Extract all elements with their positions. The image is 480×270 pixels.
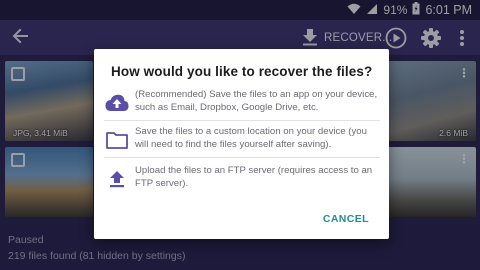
option-share-to-app[interactable]: (Recommended) Save the files to an app o…: [104, 89, 382, 115]
upload-icon: [104, 167, 130, 191]
option-ftp-upload[interactable]: Upload the files to an FTP server (requi…: [104, 165, 382, 191]
option-text: Save the files to a custom location on y…: [135, 126, 367, 150]
divider: [104, 157, 380, 158]
cloud-upload-icon: [104, 91, 130, 115]
option-text: Upload the files to an FTP server (requi…: [135, 165, 373, 189]
dialog-title: How would you like to recover the files?: [111, 64, 373, 79]
cancel-button[interactable]: CANCEL: [323, 213, 369, 225]
option-text: (Recommended) Save the files to an app o…: [135, 89, 378, 113]
folder-icon: [104, 128, 130, 152]
divider: [104, 120, 380, 121]
recover-dialog: How would you like to recover the files?…: [94, 49, 389, 239]
option-custom-location[interactable]: Save the files to a custom location on y…: [104, 126, 382, 152]
